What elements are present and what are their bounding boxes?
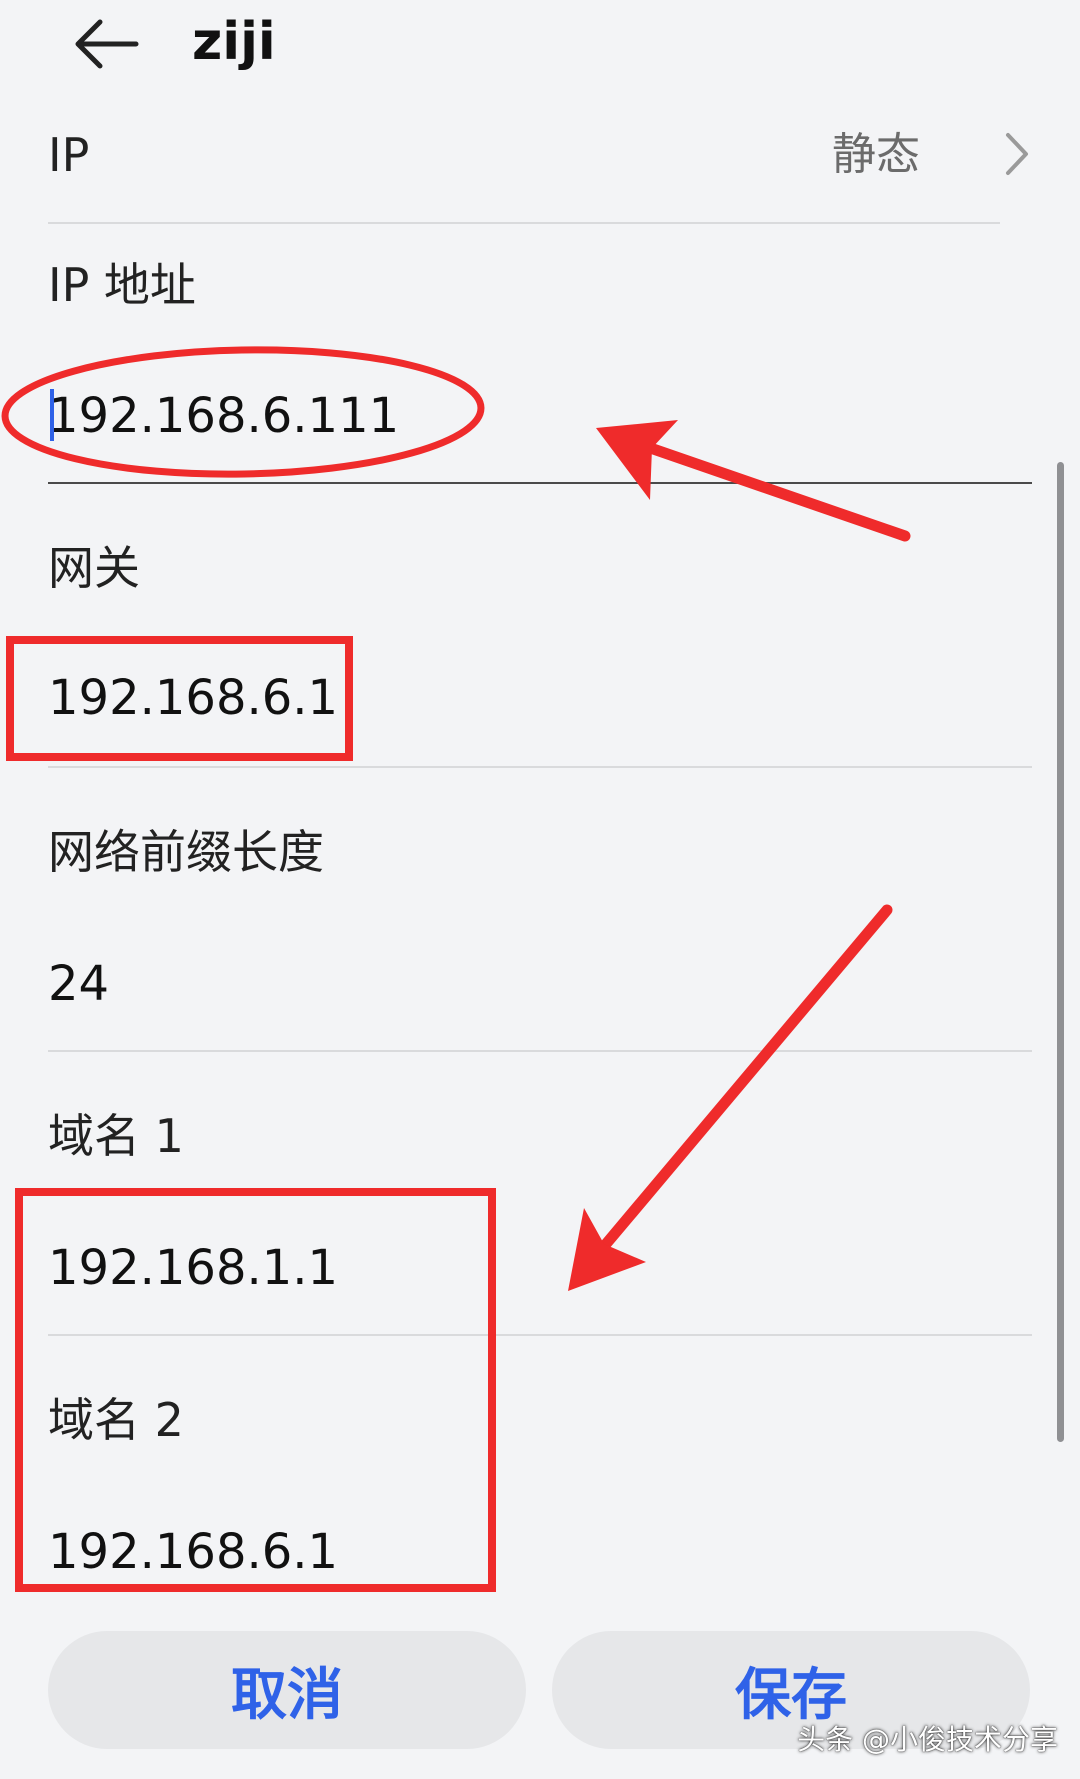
divider	[48, 766, 1032, 768]
dns1-label: 域名 1	[48, 1109, 184, 1163]
ip-address-input[interactable]	[48, 384, 988, 448]
dns1-value[interactable]: 192.168.1.1	[48, 1236, 338, 1300]
page-title: ziji	[192, 12, 276, 72]
watermark: 头条 @小俊技术分享	[797, 1723, 1058, 1756]
divider	[48, 222, 1000, 224]
divider	[48, 1050, 1032, 1052]
cancel-button[interactable]: 取消	[48, 1631, 526, 1749]
annotation-arrow-down	[568, 904, 893, 1291]
divider	[48, 1334, 1032, 1336]
dns2-label: 域名 2	[48, 1393, 184, 1447]
text-caret	[50, 389, 54, 441]
prefix-length-value[interactable]: 24	[48, 952, 109, 1016]
arrow-left-icon[interactable]	[70, 8, 142, 80]
prefix-length-label: 网络前缀长度	[48, 825, 324, 879]
scrollbar[interactable]	[1057, 462, 1064, 1442]
gateway-value[interactable]: 192.168.6.1	[48, 666, 338, 730]
gateway-label: 网关	[48, 541, 140, 595]
ip-address-underline	[48, 482, 1032, 484]
ip-address-label: IP 地址	[48, 258, 196, 312]
dns2-value[interactable]: 192.168.6.1	[48, 1520, 338, 1584]
chevron-right-icon[interactable]	[1002, 131, 1032, 177]
ip-mode-label: IP	[48, 128, 90, 182]
ip-mode-value[interactable]: 静态	[832, 125, 920, 185]
